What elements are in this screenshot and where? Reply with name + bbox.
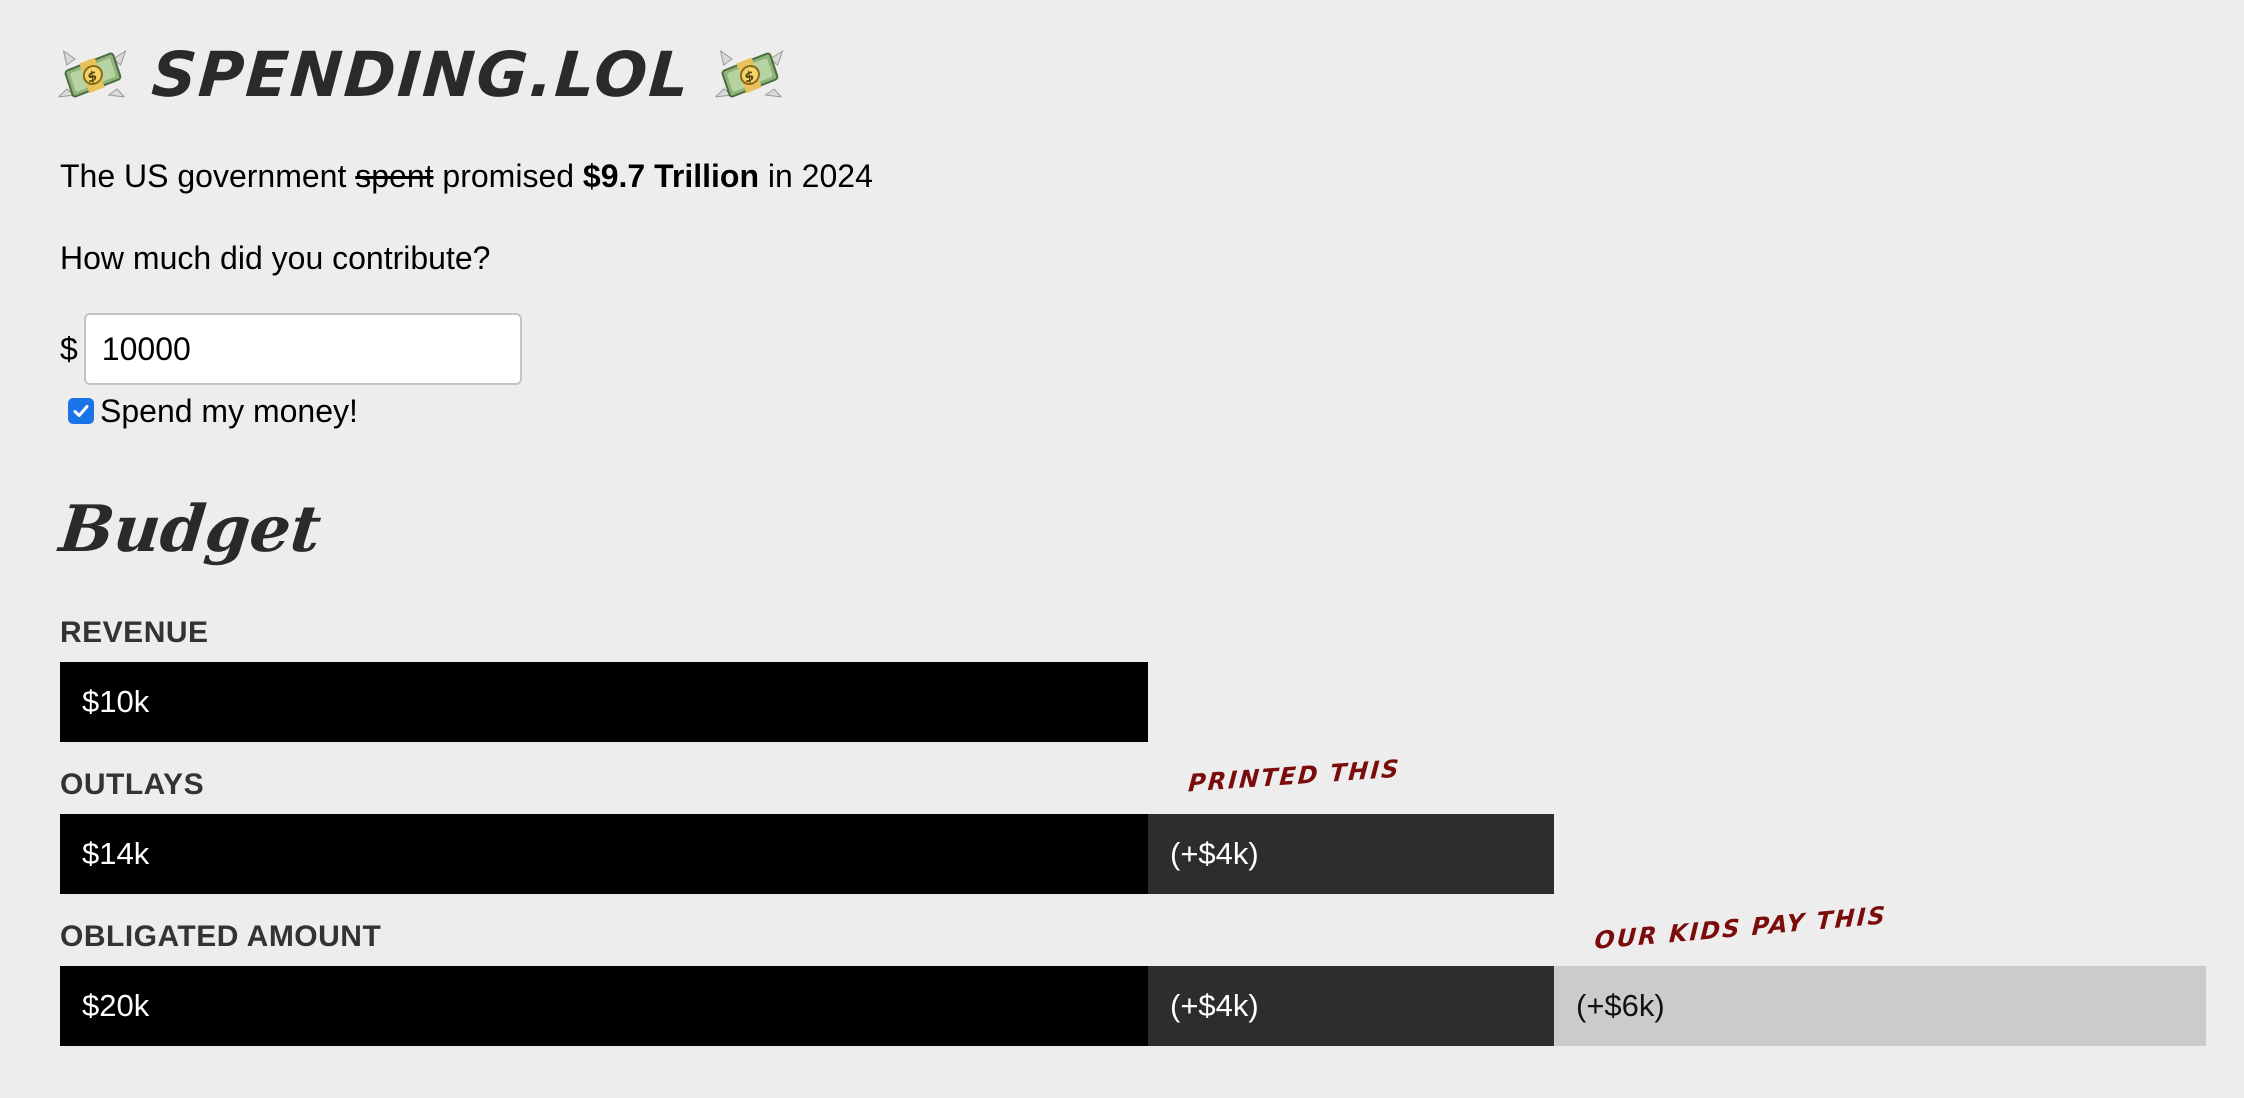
contribution-amount-input[interactable] (83, 313, 522, 385)
spend-money-label: Spend my money! (100, 392, 358, 429)
spend-money-toggle[interactable]: Spend my money! (68, 390, 358, 432)
budget-bar-segment-base: $14k (60, 814, 1148, 894)
intro-struck-word: spent (355, 158, 434, 194)
currency-symbol: $ (60, 330, 78, 367)
money-with-wings-icon: $ (714, 45, 785, 103)
handwritten-annotation: OUR KIDS PAY THIS (1593, 901, 1888, 955)
budget-bar-segment-base: $20k (60, 966, 1148, 1046)
budget-bar-segment-base: $10k (60, 662, 1148, 742)
budget-row-label: REVENUE (60, 616, 209, 649)
budget-row-label: OBLIGATED AMOUNT (60, 920, 382, 953)
site-title-text: SPENDING.LOL (149, 37, 694, 111)
checkmark-icon (73, 405, 89, 417)
intro-middle: promised (442, 158, 575, 194)
handwritten-annotation: PRINTED THIS (1187, 754, 1402, 798)
contribution-question: How much did you contribute? (60, 240, 491, 276)
intro-prefix: The US government (60, 158, 347, 194)
budget-heading: Budget (56, 492, 325, 567)
budget-bar-segment-extra: (+$4k) (1148, 814, 1554, 894)
intro-suffix: in 2024 (767, 158, 873, 194)
intro-sentence: The US government spent promised $9.7 Tr… (60, 152, 873, 200)
budget-row-label: OUTLAYS (60, 768, 205, 801)
budget-bar-segment-debt: (+$6k) (1554, 966, 2206, 1046)
money-with-wings-icon: $ (57, 45, 128, 103)
contribution-row: $ (60, 312, 522, 386)
spend-money-checkbox[interactable] (68, 398, 94, 424)
intro-amount: $9.7 Trillion (582, 158, 759, 194)
budget-bar-segment-extra: (+$4k) (1148, 966, 1554, 1046)
site-title: $ SPENDING.LOL $ (57, 34, 785, 114)
